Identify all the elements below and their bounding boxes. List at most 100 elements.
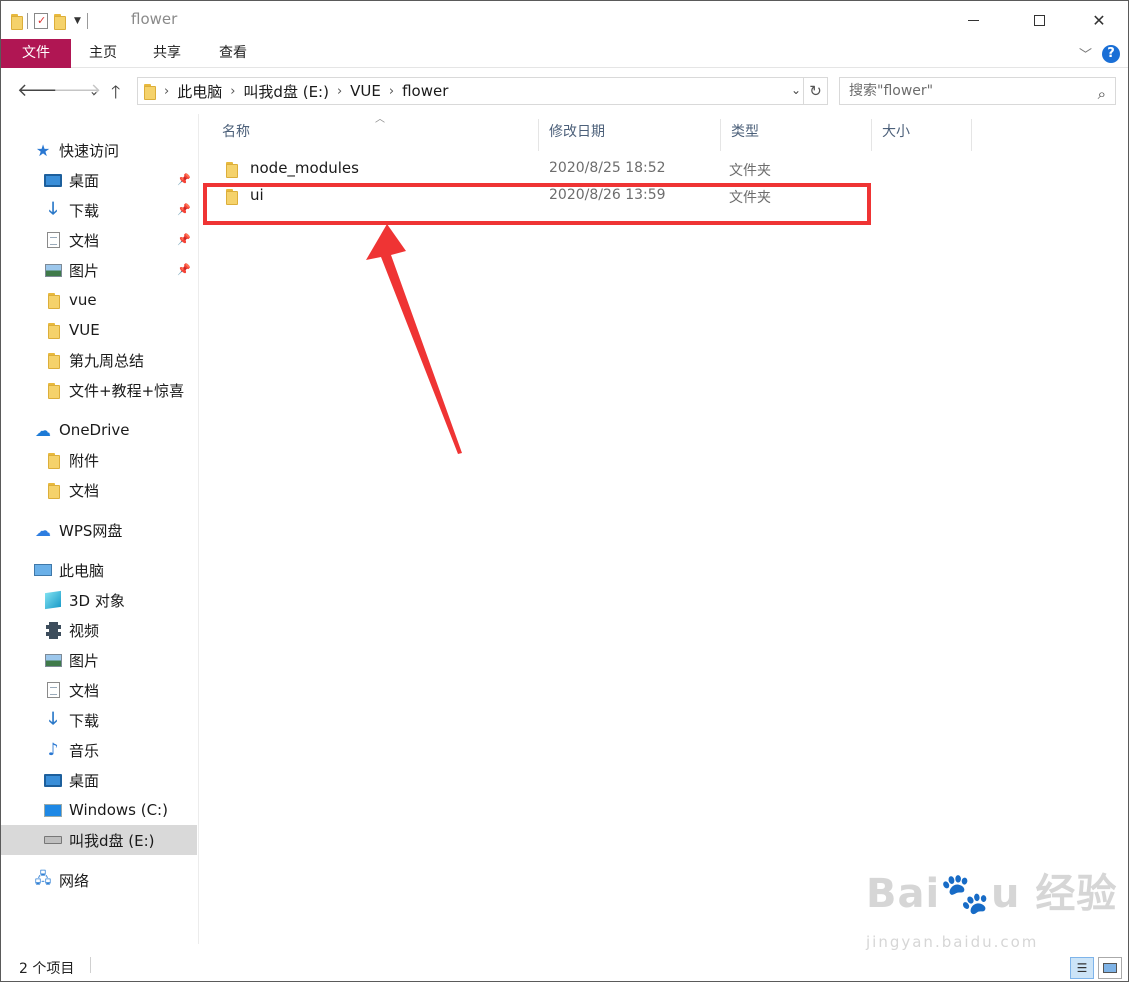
folder-icon bbox=[43, 381, 63, 399]
sidebar-item-pc-downloads[interactable]: 🡓 下载 bbox=[1, 705, 197, 735]
expand-ribbon-icon[interactable]: ﹀ bbox=[1079, 44, 1092, 63]
sidebar-item-network[interactable]: 🖧 网络 bbox=[1, 865, 197, 895]
chevron-right-icon[interactable]: › bbox=[389, 84, 394, 99]
sidebar-item-week9-summary[interactable]: 第九周总结 bbox=[1, 345, 197, 375]
breadcrumb-this-pc[interactable]: 此电脑 bbox=[177, 81, 222, 102]
close-button[interactable]: ✕ bbox=[1076, 1, 1122, 39]
breadcrumb-vue[interactable]: VUE bbox=[350, 82, 381, 100]
tab-view[interactable]: 查看 bbox=[203, 39, 263, 68]
sidebar-item-label: 文档 bbox=[69, 681, 100, 700]
tab-file[interactable]: 文件 bbox=[1, 39, 71, 68]
help-icon[interactable]: ? bbox=[1102, 44, 1120, 63]
refresh-button[interactable]: ↻ bbox=[803, 78, 827, 104]
properties-icon[interactable]: ✓ bbox=[34, 13, 48, 29]
sidebar-item-files-tutorials[interactable]: 文件+教程+惊喜 bbox=[1, 375, 197, 405]
sidebar-item-label: Windows (C:) bbox=[69, 801, 168, 819]
watermark-logo: Bai🐾u 经验 bbox=[866, 871, 1118, 917]
cloud-icon: ☁ bbox=[35, 420, 51, 440]
sidebar-item-label: vue bbox=[69, 291, 97, 309]
breadcrumb-drive-e[interactable]: 叫我d盘 (E:) bbox=[243, 81, 329, 102]
sidebar-item-wps-cloud[interactable]: ☁ WPS网盘 bbox=[1, 515, 197, 545]
sidebar-item-windows-c[interactable]: Windows (C:) bbox=[1, 795, 197, 825]
recent-locations-button[interactable]: ⌄ bbox=[89, 84, 99, 98]
title-bar: ✓ ▼ flower ✕ bbox=[1, 1, 1128, 39]
sidebar-item-onedrive[interactable]: ☁ OneDrive bbox=[1, 415, 197, 445]
new-folder-icon[interactable] bbox=[54, 14, 66, 30]
document-icon bbox=[43, 681, 63, 699]
sidebar-item-pc-documents[interactable]: 文档 bbox=[1, 675, 197, 705]
sidebar-item-onedrive-documents[interactable]: 文档 bbox=[1, 475, 197, 505]
sidebar-item-music[interactable]: ♪ 音乐 bbox=[1, 735, 197, 765]
up-button[interactable]: 🡑 bbox=[111, 80, 120, 110]
annotation-arrow bbox=[366, 224, 462, 454]
sidebar-item-label: 叫我d盘 (E:) bbox=[69, 831, 155, 850]
folder-icon bbox=[144, 84, 156, 100]
search-input[interactable]: 搜索"flower" ⌕ bbox=[839, 77, 1116, 105]
chevron-right-icon[interactable]: › bbox=[164, 84, 169, 99]
3d-objects-icon bbox=[43, 590, 63, 610]
folder-icon bbox=[43, 451, 63, 469]
address-bar[interactable]: › 此电脑 › 叫我d盘 (E:) › VUE › flower ⌄ ↻ bbox=[137, 77, 828, 105]
sidebar-item-label: 文档 bbox=[69, 481, 100, 500]
sidebar-item-downloads[interactable]: 🡓 下载 📌 bbox=[1, 195, 197, 225]
sidebar-item-label: 此电脑 bbox=[59, 561, 105, 580]
drive-icon bbox=[43, 831, 63, 849]
sidebar-item-label: 图片 bbox=[69, 651, 100, 670]
pin-icon[interactable]: 📌 bbox=[177, 173, 191, 186]
search-placeholder: 搜索"flower" bbox=[849, 83, 934, 99]
sidebar-item-drive-e[interactable]: 叫我d盘 (E:) bbox=[1, 825, 197, 855]
tab-home[interactable]: 主页 bbox=[73, 39, 133, 68]
sidebar-item-label: 视频 bbox=[69, 621, 100, 640]
large-icons-view-button[interactable] bbox=[1098, 957, 1122, 979]
desktop-icon bbox=[43, 771, 63, 789]
maximize-button[interactable] bbox=[1016, 1, 1062, 39]
minimize-icon bbox=[967, 19, 979, 21]
sidebar-item-pictures[interactable]: 图片 📌 bbox=[1, 255, 197, 285]
sidebar-item-documents[interactable]: 文档 📌 bbox=[1, 225, 197, 255]
sidebar-item-label: 下载 bbox=[69, 711, 100, 730]
document-icon bbox=[43, 231, 63, 249]
music-icon: ♪ bbox=[47, 740, 59, 760]
close-icon: ✕ bbox=[1092, 10, 1106, 30]
breadcrumb-flower[interactable]: flower bbox=[402, 82, 448, 100]
refresh-icon: ↻ bbox=[809, 82, 822, 100]
navigation-pane: ★ 快速访问 桌面 📌 🡓 下载 📌 文档 📌 图片 📌 vue VUE 第九周… bbox=[1, 114, 199, 944]
separator bbox=[90, 957, 91, 973]
sidebar-item-vue-upper[interactable]: VUE bbox=[1, 315, 197, 345]
separator bbox=[86, 13, 88, 29]
download-icon: 🡓 bbox=[48, 198, 58, 219]
folder-icon bbox=[43, 291, 63, 309]
sidebar-item-this-pc[interactable]: 此电脑 bbox=[1, 555, 197, 585]
details-view-button[interactable]: ☰ bbox=[1070, 957, 1094, 979]
ribbon: 文件 主页 共享 查看 ﹀ ? bbox=[1, 39, 1128, 68]
desktop-icon bbox=[43, 171, 63, 189]
sidebar-item-desktop[interactable]: 桌面 📌 bbox=[1, 165, 197, 195]
folder-icon bbox=[11, 14, 23, 30]
pin-icon[interactable]: 📌 bbox=[177, 263, 191, 276]
chevron-right-icon[interactable]: › bbox=[230, 84, 235, 99]
sidebar-item-label: 附件 bbox=[69, 451, 100, 470]
sidebar-item-quick-access[interactable]: ★ 快速访问 bbox=[1, 135, 197, 165]
customize-toolbar-icon[interactable]: ▼ bbox=[74, 16, 81, 26]
sidebar-item-vue-lower[interactable]: vue bbox=[1, 285, 197, 315]
tab-share[interactable]: 共享 bbox=[137, 39, 197, 68]
sidebar-item-label: 音乐 bbox=[69, 741, 100, 760]
pin-icon[interactable]: 📌 bbox=[177, 233, 191, 246]
pin-icon[interactable]: 📌 bbox=[177, 203, 191, 216]
wps-cloud-icon: ☁ bbox=[35, 520, 51, 540]
sidebar-item-videos[interactable]: 视频 bbox=[1, 615, 197, 645]
sidebar-item-label: 下载 bbox=[69, 201, 100, 220]
chevron-right-icon[interactable]: › bbox=[337, 84, 342, 99]
chevron-down-icon[interactable]: ⌄ bbox=[791, 83, 801, 97]
sidebar-item-pc-pictures[interactable]: 图片 bbox=[1, 645, 197, 675]
sidebar-item-attachments[interactable]: 附件 bbox=[1, 445, 197, 475]
sidebar-item-pc-desktop[interactable]: 桌面 bbox=[1, 765, 197, 795]
picture-icon bbox=[43, 651, 63, 669]
download-icon: 🡓 bbox=[48, 708, 58, 729]
sidebar-item-3d-objects[interactable]: 3D 对象 bbox=[1, 585, 197, 615]
search-icon[interactable]: ⌕ bbox=[1098, 81, 1106, 107]
maximize-icon bbox=[1033, 14, 1045, 26]
minimize-button[interactable] bbox=[950, 1, 996, 39]
picture-icon bbox=[43, 261, 63, 279]
item-count: 2 个项目 bbox=[19, 961, 75, 977]
